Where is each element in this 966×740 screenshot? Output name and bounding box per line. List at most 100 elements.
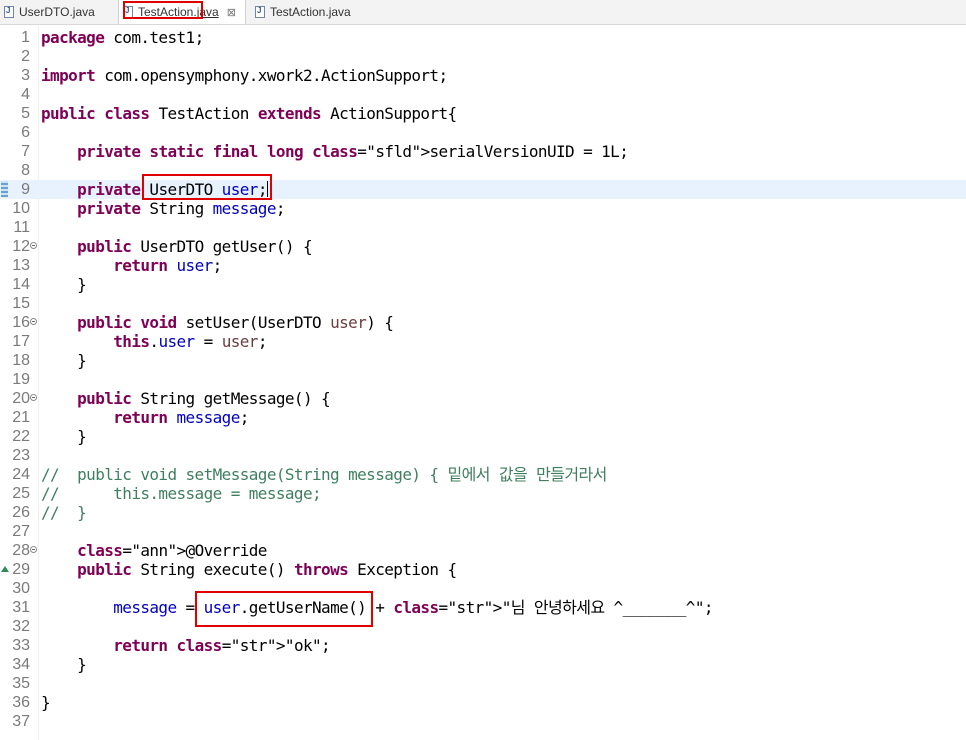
code-line[interactable]: 12 public UserDTO getUser() {	[0, 237, 966, 256]
line-number: 37	[12, 713, 30, 730]
code-text[interactable]: message = user.getUserName() + class="st…	[41, 598, 713, 617]
code-text[interactable]: return class="str">"ok";	[41, 636, 330, 655]
line-number: 35	[12, 675, 30, 692]
code-text[interactable]: public class TestAction extends ActionSu…	[41, 104, 457, 123]
line-number: 11	[13, 219, 30, 236]
tab-label: UserDTO.java	[19, 5, 95, 19]
code-text[interactable]: }	[41, 351, 87, 370]
code-line[interactable]: 7 private static final long class="sfld"…	[0, 142, 966, 161]
line-number: 29	[12, 561, 30, 578]
code-line[interactable]: 35	[0, 674, 966, 693]
code-line[interactable]: 32	[0, 617, 966, 636]
line-number: 16	[12, 314, 30, 331]
line-number: 33	[12, 637, 30, 654]
code-text[interactable]: class="ann">@Override	[41, 541, 267, 560]
code-line[interactable]: 13 return user;	[0, 256, 966, 275]
line-number: 30	[12, 580, 30, 597]
code-text[interactable]: // public void setMessage(String message…	[41, 465, 607, 484]
fold-toggle-icon[interactable]	[30, 394, 37, 401]
code-line[interactable]: 10 private String message;	[0, 199, 966, 218]
code-text[interactable]: this.user = user;	[41, 332, 267, 351]
code-line[interactable]: 23	[0, 446, 966, 465]
code-text[interactable]: return message;	[41, 408, 249, 427]
code-line[interactable]: 20 public String getMessage() {	[0, 389, 966, 408]
line-number: 13	[12, 257, 30, 274]
code-line[interactable]: 29 public String execute() throws Except…	[0, 560, 966, 579]
fold-toggle-icon[interactable]	[30, 242, 37, 249]
code-line[interactable]: 17 this.user = user;	[0, 332, 966, 351]
code-line[interactable]: 6	[0, 123, 966, 142]
code-text[interactable]: // }	[41, 503, 87, 522]
code-text[interactable]: import com.opensymphony.xwork2.ActionSup…	[41, 66, 448, 85]
line-number: 10	[12, 200, 30, 217]
line-number: 20	[12, 390, 30, 407]
code-text[interactable]: private static final long class="sfld">s…	[41, 142, 629, 161]
code-text[interactable]: }	[41, 655, 87, 674]
line-number: 23	[12, 447, 30, 464]
code-text[interactable]: }	[41, 427, 87, 446]
code-text[interactable]: public UserDTO getUser() {	[41, 237, 312, 256]
code-line[interactable]: 1 package com.test1;	[0, 28, 966, 47]
tab-userdto-java[interactable]: UserDTO.java	[0, 0, 112, 24]
code-line[interactable]: 31 message = user.getUserName() + class=…	[0, 598, 966, 617]
line-number: 4	[21, 86, 30, 103]
code-line[interactable]: 25 // this.message = message;	[0, 484, 966, 503]
line-number: 18	[12, 352, 30, 369]
code-editor[interactable]: 1 package com.test1; 2 3 import com.opensymp…	[0, 26, 966, 740]
line-number: 6	[21, 124, 30, 141]
fold-toggle-icon[interactable]	[30, 318, 37, 325]
line-number: 17	[12, 333, 30, 350]
tab-testaction-java[interactable]: TestAction.java	[251, 0, 371, 24]
line-number: 9	[21, 181, 30, 198]
code-line[interactable]: 27	[0, 522, 966, 541]
code-text[interactable]: package com.test1;	[41, 28, 204, 47]
line-number: 2	[21, 48, 30, 65]
code-line[interactable]: 28 class="ann">@Override	[0, 541, 966, 560]
code-line[interactable]: 24 // public void setMessage(String messa…	[0, 465, 966, 484]
code-text[interactable]: public String execute() throws Exception…	[41, 560, 457, 579]
code-text[interactable]: private String message;	[41, 199, 285, 218]
code-line[interactable]: 34 }	[0, 655, 966, 674]
code-line[interactable]: 36}	[0, 693, 966, 712]
line-number: 19	[12, 371, 30, 388]
code-line[interactable]: 11	[0, 218, 966, 237]
code-text[interactable]: // this.message = message;	[41, 484, 322, 503]
code-line[interactable]: 19	[0, 370, 966, 389]
code-text[interactable]: }	[41, 275, 87, 294]
fold-toggle-icon[interactable]	[30, 546, 37, 553]
highlight-box-tab	[123, 1, 203, 19]
close-tab-icon[interactable]: ⊠	[227, 6, 236, 19]
tab-label: TestAction.java	[270, 5, 351, 19]
line-number: 14	[12, 276, 30, 293]
line-number: 7	[21, 143, 30, 160]
line-number: 32	[12, 618, 30, 635]
code-line[interactable]: 3 import com.opensymphony.xwork2.ActionSu…	[0, 66, 966, 85]
code-text[interactable]: public String getMessage() {	[41, 389, 331, 408]
line-number: 34	[12, 656, 30, 673]
code-line[interactable]: 26 // }	[0, 503, 966, 522]
line-number: 22	[12, 428, 30, 445]
line-number: 25	[12, 485, 30, 502]
line-number: 24	[12, 466, 30, 483]
line-number: 27	[12, 523, 30, 540]
code-line[interactable]: 16 public void setUser(UserDTO user) {	[0, 313, 966, 332]
code-line[interactable]: 22 }	[0, 427, 966, 446]
highlight-box-getusername-call	[195, 591, 373, 627]
line-number: 36	[12, 694, 30, 711]
code-line[interactable]: 2	[0, 47, 966, 66]
code-line[interactable]: 21 return message;	[0, 408, 966, 427]
code-line[interactable]: 14 }	[0, 275, 966, 294]
code-line[interactable]: 30	[0, 579, 966, 598]
code-line[interactable]: 4	[0, 85, 966, 104]
code-line[interactable]: 18 }	[0, 351, 966, 370]
code-text[interactable]: public void setUser(UserDTO user) {	[41, 313, 394, 332]
code-line[interactable]: 33 return class="str">"ok";	[0, 636, 966, 655]
code-text[interactable]: }	[41, 693, 51, 712]
java-file-icon	[4, 6, 14, 18]
code-text[interactable]: return user;	[41, 256, 222, 275]
code-line[interactable]: 15	[0, 294, 966, 313]
code-line[interactable]: 37	[0, 712, 966, 731]
line-number: 31	[12, 599, 30, 616]
line-number: 26	[12, 504, 30, 521]
code-line[interactable]: 5 public class TestAction extends ActionS…	[0, 104, 966, 123]
